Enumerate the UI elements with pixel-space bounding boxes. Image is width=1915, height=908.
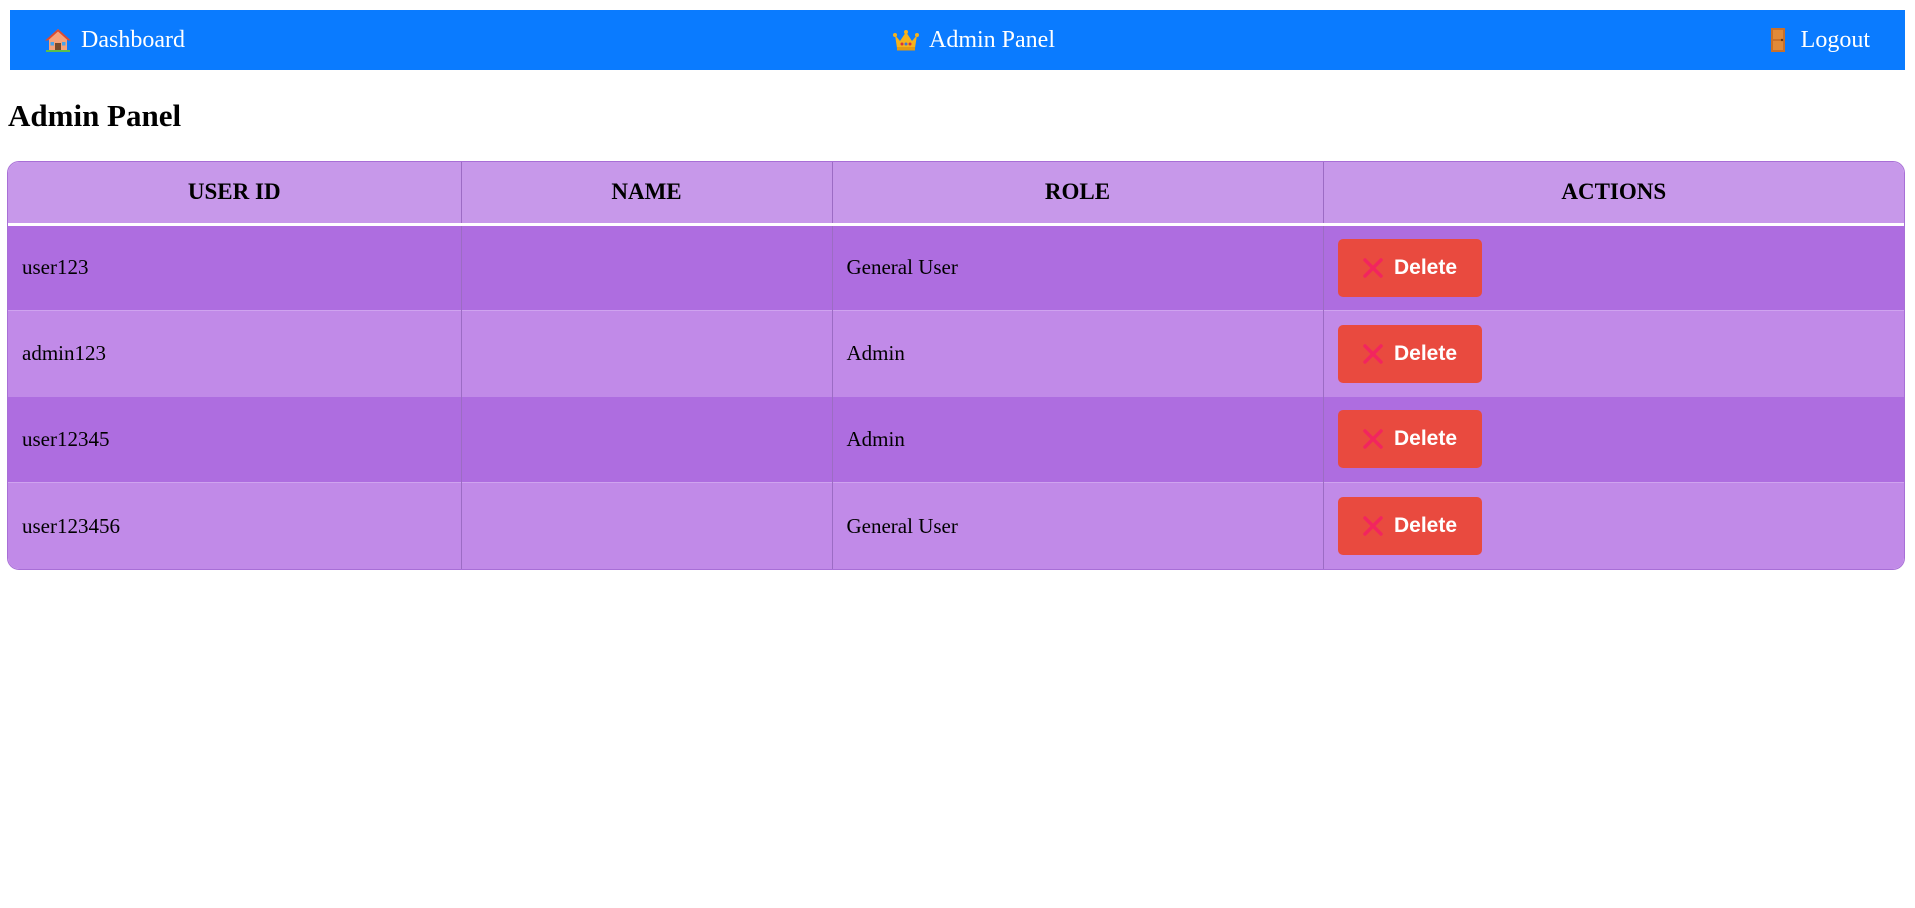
table-row: user123456 General User Delete [8, 482, 1904, 569]
admin-panel-link[interactable]: Admin Panel [893, 10, 1055, 70]
user-id-cell: user123456 [8, 482, 462, 569]
actions-cell: Delete [1323, 309, 1904, 397]
delete-button-label: Delete [1393, 341, 1458, 365]
delete-button[interactable]: Delete [1337, 238, 1482, 297]
logout-link[interactable]: Logout [1765, 10, 1870, 70]
column-header-actions: ACTIONS [1323, 162, 1904, 226]
name-cell [461, 309, 833, 397]
role-cell: General User [832, 482, 1324, 569]
close-icon [1362, 515, 1384, 537]
house-icon [45, 27, 71, 53]
user-id-cell: user123 [8, 224, 462, 311]
admin-panel-link-label: Admin Panel [929, 26, 1055, 53]
table-row: user12345 Admin Delete [8, 396, 1904, 483]
column-header-role: ROLE [832, 162, 1324, 226]
dashboard-link[interactable]: Dashboard [45, 10, 185, 70]
actions-cell: Delete [1323, 396, 1904, 483]
name-cell [461, 224, 833, 311]
page-title: Admin Panel [8, 98, 182, 133]
column-header-name: NAME [461, 162, 833, 226]
users-table: USER ID NAME ROLE ACTIONS user123 Genera… [8, 162, 1904, 569]
name-cell [461, 482, 833, 569]
delete-button-label: Delete [1393, 427, 1458, 451]
users-table-container: USER ID NAME ROLE ACTIONS user123 Genera… [7, 161, 1905, 570]
role-cell: Admin [832, 309, 1324, 397]
close-icon [1362, 428, 1384, 450]
top-navbar: Dashboard Admin Panel Logout [10, 10, 1905, 70]
delete-button-label: Delete [1393, 514, 1458, 538]
delete-button[interactable]: Delete [1337, 324, 1482, 383]
close-icon [1362, 257, 1384, 279]
delete-button[interactable]: Delete [1337, 497, 1482, 556]
actions-cell: Delete [1323, 482, 1904, 569]
crown-icon [893, 27, 919, 53]
door-icon [1765, 27, 1791, 53]
user-id-cell: admin123 [8, 309, 462, 397]
table-header-row: USER ID NAME ROLE ACTIONS [8, 162, 1904, 226]
table-row: admin123 Admin Delete [8, 309, 1904, 397]
close-icon [1362, 343, 1384, 365]
dashboard-link-label: Dashboard [81, 26, 185, 53]
delete-button-label: Delete [1393, 255, 1458, 279]
delete-button[interactable]: Delete [1337, 410, 1482, 469]
role-cell: General User [832, 224, 1324, 311]
user-id-cell: user12345 [8, 396, 462, 483]
name-cell [461, 396, 833, 483]
role-cell: Admin [832, 396, 1324, 483]
actions-cell: Delete [1323, 224, 1904, 311]
column-header-user-id: USER ID [8, 162, 462, 226]
table-row: user123 General User Delete [8, 224, 1904, 311]
logout-link-label: Logout [1800, 26, 1870, 53]
